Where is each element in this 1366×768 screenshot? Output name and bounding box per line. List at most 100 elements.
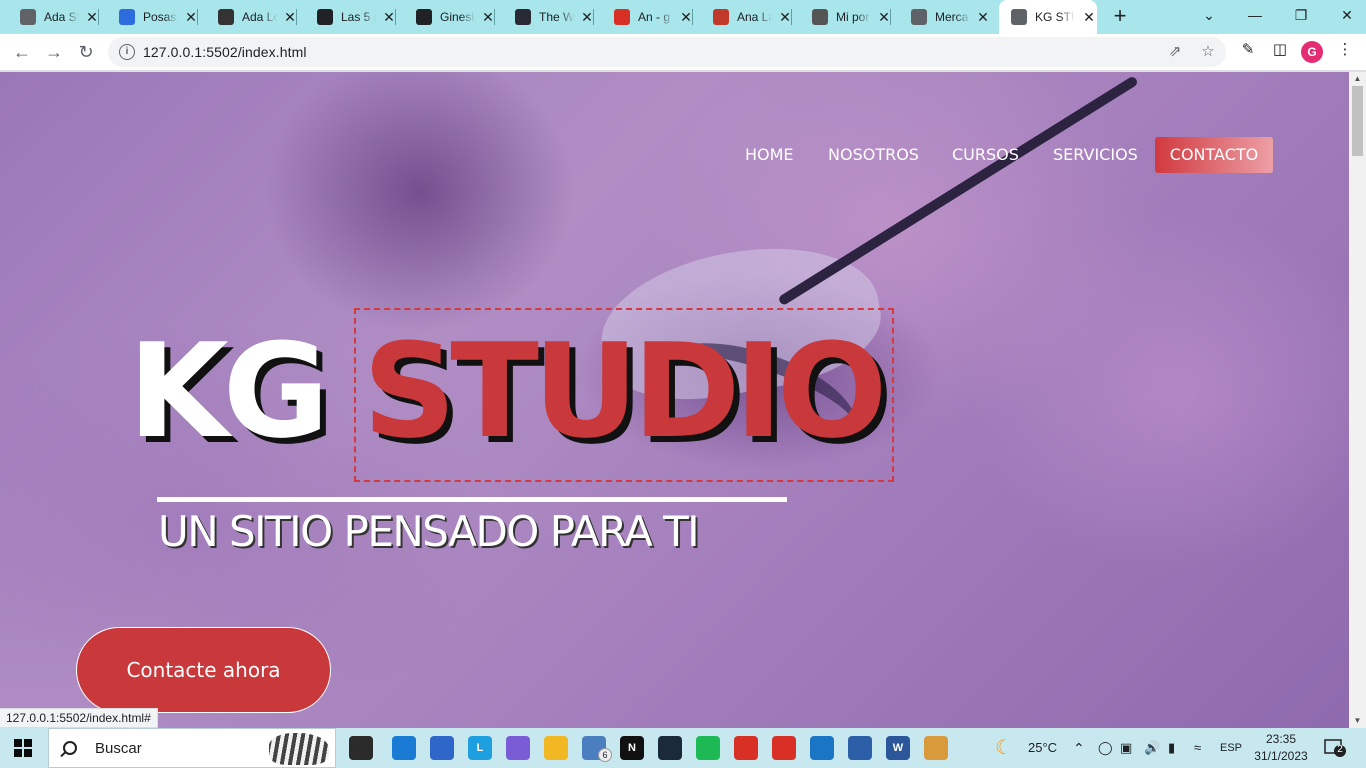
gmail-icon: [614, 9, 630, 25]
site-info-icon[interactable]: i: [119, 44, 135, 60]
extensions-icon[interactable]: ✎: [1238, 40, 1258, 60]
browser-tab[interactable]: KG STU ✕: [999, 0, 1097, 34]
battery-icon[interactable]: ▮: [1168, 728, 1175, 768]
nav-cursos[interactable]: CURSOS: [952, 137, 1019, 173]
store-icon[interactable]: [430, 736, 454, 760]
address-bar[interactable]: i 127.0.0.1:5502/index.html ⇗ ☆: [108, 37, 1226, 67]
taskbar-clock[interactable]: 23:35 31/1/2023: [1253, 731, 1309, 765]
profile-avatar[interactable]: G: [1301, 41, 1323, 63]
close-window-icon[interactable]: ✕: [1324, 0, 1366, 30]
chrome-f-icon[interactable]: [734, 736, 758, 760]
mail-unread-badge: 6: [598, 748, 612, 762]
hero-subtitle: UN SITIO PENSADO PARA TI: [158, 507, 700, 556]
browser-tab[interactable]: Ginesk ✕: [396, 0, 495, 34]
tray-display-icon[interactable]: ▣: [1120, 728, 1132, 768]
close-icon[interactable]: ✕: [1081, 9, 1097, 26]
z-icon: [119, 9, 135, 25]
browser-tab[interactable]: Posasi ✕: [99, 0, 198, 34]
windows-taskbar: Buscar ☾ 25°C ⌃ ◯ ▣ 🔊 ▮ ≈ ESP 23:35 31/1…: [0, 728, 1366, 768]
nav-contacto[interactable]: CONTACTO: [1155, 137, 1273, 173]
browser-tab[interactable]: Ada Lo ✕: [198, 0, 297, 34]
scroll-thumb[interactable]: [1352, 86, 1363, 156]
speaker-icon[interactable]: 🔊: [1144, 728, 1160, 768]
word-glyph: W: [892, 742, 904, 754]
restore-icon[interactable]: ❐: [1278, 0, 1324, 30]
browser-tab[interactable]: Mi por ✕: [792, 0, 891, 34]
taskbar-search[interactable]: Buscar: [48, 728, 336, 768]
weather-moon-icon[interactable]: ☾: [995, 728, 1013, 768]
close-icon[interactable]: ✕: [679, 9, 693, 26]
menu-icon[interactable]: ⋮: [1335, 40, 1355, 60]
browser-tab[interactable]: Ada St ✕: [0, 0, 99, 34]
edge-icon[interactable]: [392, 736, 416, 760]
react-icon: [812, 9, 828, 25]
back-arrow-icon[interactable]: ←: [10, 40, 34, 64]
hero-photo-tweezers: [777, 75, 1139, 307]
weather-temp[interactable]: 25°C: [1028, 728, 1057, 768]
forward-arrow-icon[interactable]: →: [42, 40, 66, 64]
word-icon[interactable]: W: [886, 736, 910, 760]
hero-title: KG STUDIO: [128, 326, 887, 456]
l-app-icon[interactable]: L: [468, 736, 492, 760]
tab-title: Merca: [935, 10, 969, 24]
task-view-icon[interactable]: [349, 736, 373, 760]
search-icon: [63, 741, 77, 755]
tray-chevron-up-icon[interactable]: ⌃: [1073, 728, 1085, 768]
chevron-down-icon[interactable]: ⌄: [1186, 0, 1232, 30]
netflix-icon[interactable]: N: [620, 736, 644, 760]
scroll-up-icon[interactable]: ▲: [1349, 72, 1366, 86]
taskbar-search-label: Buscar: [95, 739, 142, 757]
share-icon[interactable]: ⇗: [1167, 44, 1183, 60]
language-indicator[interactable]: ESP: [1220, 728, 1242, 768]
nav-servicios[interactable]: SERVICIOS: [1053, 137, 1138, 173]
minimize-icon[interactable]: —: [1232, 0, 1278, 30]
prime-video-icon[interactable]: [658, 736, 682, 760]
browser-tab[interactable]: The W ✕: [495, 0, 594, 34]
paint-icon[interactable]: [924, 736, 948, 760]
browser-tab[interactable]: Merca ✕: [891, 0, 990, 34]
reload-icon[interactable]: ↻: [74, 40, 98, 64]
bookmark-star-icon[interactable]: ☆: [1200, 44, 1216, 60]
browser-tab[interactable]: Las 5 r ✕: [297, 0, 396, 34]
tab-title: Ana La: [737, 10, 772, 24]
address-url[interactable]: 127.0.0.1:5502/index.html: [143, 44, 307, 60]
browser-tab[interactable]: Ana La ✕: [693, 0, 792, 34]
close-icon[interactable]: ✕: [85, 9, 99, 26]
close-icon[interactable]: ✕: [778, 9, 792, 26]
close-icon[interactable]: ✕: [580, 9, 594, 26]
tab-title: Ada Lo: [242, 10, 277, 24]
notifications-count: 2: [1337, 744, 1343, 755]
close-icon[interactable]: ✕: [184, 9, 198, 26]
close-icon[interactable]: ✕: [382, 9, 396, 26]
hero-title-studio: STUDIO: [362, 315, 888, 467]
netflix-glyph: N: [628, 742, 636, 754]
explorer-icon[interactable]: [544, 736, 568, 760]
nav-home[interactable]: HOME: [745, 137, 794, 173]
side-panel-icon[interactable]: ◫: [1270, 40, 1290, 60]
browser-tab[interactable]: An - g ✕: [594, 0, 693, 34]
contact-now-button[interactable]: Contacte ahora: [76, 627, 331, 713]
tab-title: Posasi: [143, 10, 178, 24]
media-player-icon[interactable]: [848, 736, 872, 760]
spotify-icon[interactable]: [696, 736, 720, 760]
new-tab-button[interactable]: +: [1108, 5, 1132, 29]
hero-divider: [157, 497, 787, 502]
close-icon[interactable]: ✕: [283, 9, 297, 26]
search-highlight-zebra-icon: [269, 733, 329, 765]
vscode-icon[interactable]: [810, 736, 834, 760]
page-scrollbar[interactable]: ▲ ▼: [1349, 72, 1366, 728]
tray-shield-icon[interactable]: ◯: [1098, 728, 1113, 768]
close-icon[interactable]: ✕: [877, 9, 891, 26]
wifi-icon[interactable]: ≈: [1194, 728, 1201, 768]
hero-title-kg: KG: [128, 315, 329, 467]
windows-start-icon[interactable]: [14, 739, 32, 757]
copilot-icon[interactable]: [506, 736, 530, 760]
nav-nosotros[interactable]: NOSOTROS: [828, 137, 919, 173]
close-icon[interactable]: ✕: [481, 9, 495, 26]
w3-icon: [515, 9, 531, 25]
close-icon[interactable]: ✕: [976, 9, 990, 26]
globe-icon: [911, 9, 927, 25]
chrome-g-icon[interactable]: [772, 736, 796, 760]
scroll-down-icon[interactable]: ▼: [1349, 714, 1366, 728]
notifications-icon[interactable]: 2: [1324, 738, 1346, 758]
